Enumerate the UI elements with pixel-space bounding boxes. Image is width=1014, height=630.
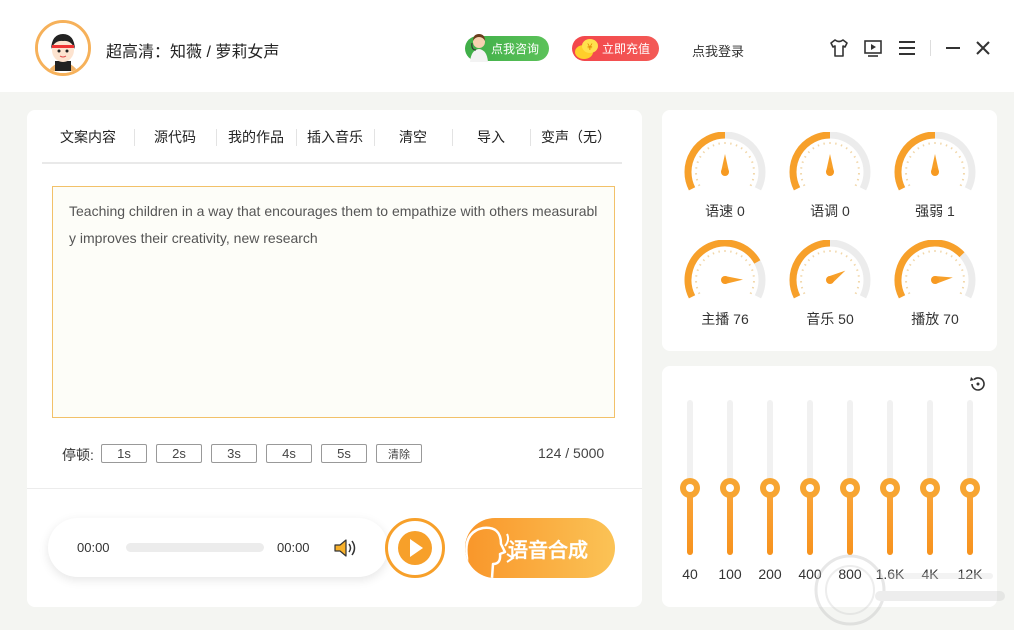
eq-slider-knob[interactable] (800, 477, 820, 498)
speaking-head-icon (465, 526, 515, 578)
recharge-label: 立即充值 (602, 42, 651, 56)
playback-volume-label: 播放 70 (911, 311, 959, 327)
pause-2s-button[interactable]: 2s (156, 444, 202, 463)
eq-slider-knob[interactable] (920, 477, 940, 498)
consult-button[interactable]: 点我咨询 (465, 34, 549, 62)
eq-fill (767, 487, 773, 555)
play-icon (398, 531, 432, 565)
pitch-gauge[interactable]: 语调 0 (785, 132, 875, 227)
consult-label: 点我咨询 (491, 42, 540, 56)
tab-text-content[interactable]: 文案内容 (42, 110, 134, 164)
tab-my-works[interactable]: 我的作品 (216, 110, 296, 164)
skin-shirt-icon[interactable] (829, 38, 849, 58)
eq-band-40[interactable]: 40 (675, 398, 705, 588)
eq-slider-knob[interactable] (840, 477, 860, 498)
eq-slider-knob[interactable] (760, 477, 780, 498)
anchor-volume-dial (684, 240, 766, 299)
service-agent-icon (470, 34, 488, 62)
intensity-gauge[interactable]: 强弱 1 (890, 132, 980, 227)
anchor-volume-gauge[interactable]: 主播 76 (680, 240, 770, 335)
voice-settings-panel: 语速 0 语调 0 强弱 1 主播 76 音乐 50 播放 70 (662, 110, 997, 351)
playback-volume-dial (894, 240, 976, 299)
tab-bar: 文案内容 源代码 我的作品 插入音乐 清空 导入 变声（无） (42, 110, 622, 164)
eq-fill (727, 487, 733, 555)
tab-voice-change[interactable]: 变声（无） (530, 110, 622, 164)
eq-fill (847, 487, 853, 555)
speed-dial (684, 132, 766, 191)
pause-clear-button[interactable]: 清除 (376, 444, 422, 463)
header-divider (930, 40, 931, 56)
eq-slider-knob[interactable] (880, 477, 900, 498)
title-bar: 超高清：知薇 / 萝莉女声 点我咨询 ¥ 立即充值 点我登录 (0, 0, 1014, 92)
panel-divider (27, 488, 642, 489)
pause-5s-button[interactable]: 5s (321, 444, 367, 463)
playback-volume-gauge[interactable]: 播放 70 (890, 240, 980, 335)
synthesize-button[interactable]: 语音合成 (465, 518, 615, 578)
pitch-dial (789, 132, 871, 191)
music-volume-gauge[interactable]: 音乐 50 (785, 240, 875, 335)
playback-progress[interactable] (126, 543, 264, 552)
coins-icon: ¥ (575, 39, 598, 59)
tab-import[interactable]: 导入 (452, 110, 530, 164)
girl-avatar-icon (38, 23, 88, 73)
eq-fill (967, 487, 973, 555)
anchor-volume-label: 主播 76 (701, 311, 749, 327)
reset-icon[interactable] (968, 374, 988, 394)
eq-fill (807, 487, 813, 555)
pitch-label: 语调 0 (810, 203, 850, 219)
synthesize-label: 语音合成 (508, 539, 588, 562)
eq-fill (927, 487, 933, 555)
music-volume-label: 音乐 50 (806, 311, 854, 327)
close-icon[interactable] (973, 38, 993, 58)
voice-title[interactable]: 超高清：知薇 / 萝莉女声 (106, 38, 279, 62)
music-volume-dial (789, 240, 871, 299)
current-time: 00:00 (77, 540, 110, 555)
eq-fill (687, 487, 693, 555)
eq-slider-knob[interactable] (720, 477, 740, 498)
tab-source-code[interactable]: 源代码 (134, 110, 216, 164)
eq-band-200[interactable]: 200 (755, 398, 785, 588)
play-button[interactable] (385, 518, 445, 578)
speed-label: 语速 0 (705, 203, 745, 219)
intensity-label: 强弱 1 (915, 203, 955, 219)
editor-panel: 文案内容 源代码 我的作品 插入音乐 清空 导入 变声（无） Teaching … (27, 110, 642, 607)
minimize-icon[interactable] (943, 38, 963, 58)
video-tutorial-icon[interactable] (863, 38, 883, 58)
eq-band-100[interactable]: 100 (715, 398, 745, 588)
eq-slider-knob[interactable] (960, 477, 980, 498)
char-count: 124 / 5000 (538, 445, 605, 461)
recharge-button[interactable]: ¥ 立即充值 (572, 36, 659, 61)
pause-4s-button[interactable]: 4s (266, 444, 312, 463)
intensity-dial (894, 132, 976, 191)
total-time: 00:00 (277, 540, 310, 555)
eq-fill (887, 487, 893, 555)
pause-label: 停顿: (62, 447, 94, 463)
login-link[interactable]: 点我登录 (692, 41, 744, 60)
svg-text:¥: ¥ (587, 43, 593, 53)
pause-1s-button[interactable]: 1s (101, 444, 147, 463)
anchor-avatar[interactable] (35, 20, 91, 76)
tab-clear[interactable]: 清空 (374, 110, 452, 164)
audio-player: 00:00 00:00 (48, 518, 388, 577)
volume-icon[interactable] (332, 536, 358, 560)
tab-insert-music[interactable]: 插入音乐 (296, 110, 374, 164)
menu-icon[interactable] (897, 38, 917, 58)
eq-slider-knob[interactable] (680, 477, 700, 498)
text-editor[interactable]: Teaching children in a way that encourag… (52, 186, 615, 418)
pause-3s-button[interactable]: 3s (211, 444, 257, 463)
speed-gauge[interactable]: 语速 0 (680, 132, 770, 227)
site-watermark-logo (814, 554, 1005, 626)
